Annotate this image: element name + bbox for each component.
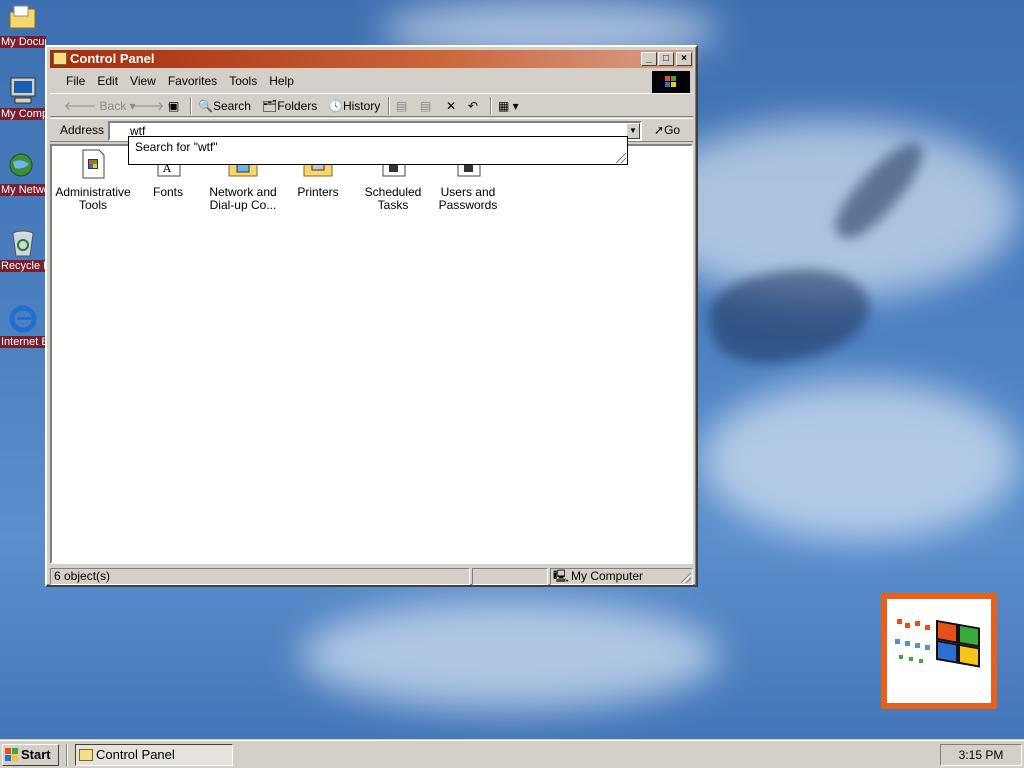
copy-to-icon: ▤ xyxy=(420,99,432,113)
minimize-button[interactable]: _ xyxy=(641,52,657,66)
taskbar-button-control-panel[interactable]: Control Panel xyxy=(75,744,233,766)
menu-bar: File Edit View Favorites Tools Help xyxy=(50,71,693,93)
copy-to-button[interactable]: ▤ xyxy=(420,97,431,115)
internet-explorer-icon xyxy=(7,304,39,334)
desktop-icon-label: My Documents xyxy=(0,36,46,48)
windows-flag-icon xyxy=(5,748,19,768)
move-to-button[interactable]: ▤ xyxy=(396,97,407,115)
my-computer-icon: 🖳 xyxy=(553,569,570,583)
address-dropdown-arrow-icon[interactable]: ▼ xyxy=(626,123,640,139)
toolbar-separator xyxy=(190,97,192,115)
views-icon: ▦ ▾ xyxy=(498,99,519,113)
network-globe-icon xyxy=(7,152,39,182)
menu-favorites[interactable]: Favorites xyxy=(162,71,223,91)
status-empty-pane xyxy=(472,568,548,585)
desktop-icon-my-documents[interactable]: My Documents xyxy=(0,4,46,51)
delete-x-icon: ✕ xyxy=(446,99,457,113)
history-button[interactable]: 🕓History xyxy=(328,97,380,115)
folders-button[interactable]: 🗂Folders xyxy=(262,97,317,115)
desktop-icon-label: My Network Places xyxy=(0,184,46,196)
desktop-icon-label: Recycle Bin xyxy=(0,260,46,272)
menu-view[interactable]: View xyxy=(124,71,162,91)
windows-flag-icon xyxy=(665,76,676,87)
window-title: Control Panel xyxy=(70,51,155,66)
cloud xyxy=(300,600,720,710)
undo-icon: ↶ xyxy=(468,99,479,113)
up-folder-icon: ▣ xyxy=(168,99,180,113)
start-label: Start xyxy=(21,747,51,762)
toolbar-separator xyxy=(490,97,492,115)
windows-2000-logo xyxy=(881,593,997,709)
search-button[interactable]: 🔍Search xyxy=(198,97,251,115)
cp-item-label: Administrative Tools xyxy=(55,185,131,212)
menu-help[interactable]: Help xyxy=(263,71,300,91)
resize-grip-icon[interactable] xyxy=(681,573,691,583)
recycle-bin-icon xyxy=(7,228,39,258)
move-to-icon: ▤ xyxy=(396,99,408,113)
menu-file[interactable]: File xyxy=(60,71,91,91)
undo-button[interactable]: ↶ xyxy=(468,97,478,115)
toolbar-separator xyxy=(388,97,390,115)
cp-item-label: Printers xyxy=(297,185,339,199)
folder-icon xyxy=(7,4,39,34)
folder-icon xyxy=(53,52,67,65)
menu-tools[interactable]: Tools xyxy=(223,71,263,91)
folder-icon xyxy=(79,749,93,761)
computer-icon xyxy=(7,76,39,106)
maximize-button[interactable]: □ xyxy=(658,52,674,66)
start-button[interactable]: Start xyxy=(2,744,59,766)
autocomplete-suggestion[interactable]: Search for "wtf" xyxy=(135,140,218,154)
desktop-icon-my-computer[interactable]: My Computer xyxy=(0,76,46,123)
windows-throbber xyxy=(652,71,690,93)
taskbar-separator xyxy=(66,744,68,766)
cp-item-label: Network and Dial-up Co... xyxy=(209,185,277,212)
search-icon: 🔍 xyxy=(198,99,213,113)
desktop-icon-internet-explorer[interactable]: Internet Explorer xyxy=(0,304,46,351)
status-bar: 6 object(s) 🖳 My Computer xyxy=(50,566,693,586)
title-bar[interactable]: Control Panel _ □ × xyxy=(50,50,693,68)
up-folder-button[interactable]: ▣ xyxy=(168,97,179,115)
back-button[interactable]: 🡐 Back ▾ xyxy=(64,97,136,115)
history-icon: 🕓 xyxy=(328,99,343,113)
go-button[interactable]: ➚Go xyxy=(654,123,680,137)
desktop-icon-label: My Computer xyxy=(0,108,46,120)
address-autocomplete-dropdown[interactable]: Search for "wtf" xyxy=(128,136,628,165)
cp-item-label: Scheduled Tasks xyxy=(364,185,422,212)
back-arrow-icon: 🡐 xyxy=(64,99,97,113)
desktop-icon-recycle-bin[interactable]: Recycle Bin xyxy=(0,228,46,275)
views-button[interactable]: ▦ ▾ xyxy=(498,97,519,115)
cloud xyxy=(700,380,1020,540)
folder-view[interactable]: Administrative Tools A Fonts Network and… xyxy=(50,144,693,564)
desktop-icon-label: Internet Explorer xyxy=(0,336,46,348)
status-zone: 🖳 My Computer xyxy=(550,568,693,585)
cp-item-administrative-tools[interactable]: Administrative Tools xyxy=(55,148,131,212)
clock[interactable]: 3:15 PM xyxy=(959,748,1004,762)
status-object-count: 6 object(s) xyxy=(50,568,470,585)
address-label: Address xyxy=(60,123,105,137)
folders-icon: 🗂 xyxy=(262,99,278,113)
taskbar-button-label: Control Panel xyxy=(96,747,175,762)
windows-flag-icon xyxy=(895,619,980,668)
menu-edit[interactable]: Edit xyxy=(91,71,124,91)
go-arrow-icon: ➚ xyxy=(654,123,665,137)
administrative-tools-icon xyxy=(77,148,109,180)
desktop-icon-my-network-places[interactable]: My Network Places xyxy=(0,152,46,199)
cp-item-label: Fonts xyxy=(152,185,183,199)
close-button[interactable]: × xyxy=(676,52,692,66)
delete-button[interactable]: ✕ xyxy=(446,97,456,115)
resize-grip-icon[interactable] xyxy=(616,153,626,163)
control-panel-window[interactable]: Control Panel _ □ × File Edit View Favorite… xyxy=(45,45,698,587)
taskbar: Start Control Panel 3:15 PM xyxy=(0,740,1024,768)
cp-item-label: Users and Passwords xyxy=(438,185,498,212)
standard-toolbar: 🡐 Back ▾ 🡒 ▾ ▣ 🔍Search 🗂Folders 🕓History… xyxy=(50,93,693,117)
system-tray: 3:15 PM xyxy=(940,744,1022,766)
